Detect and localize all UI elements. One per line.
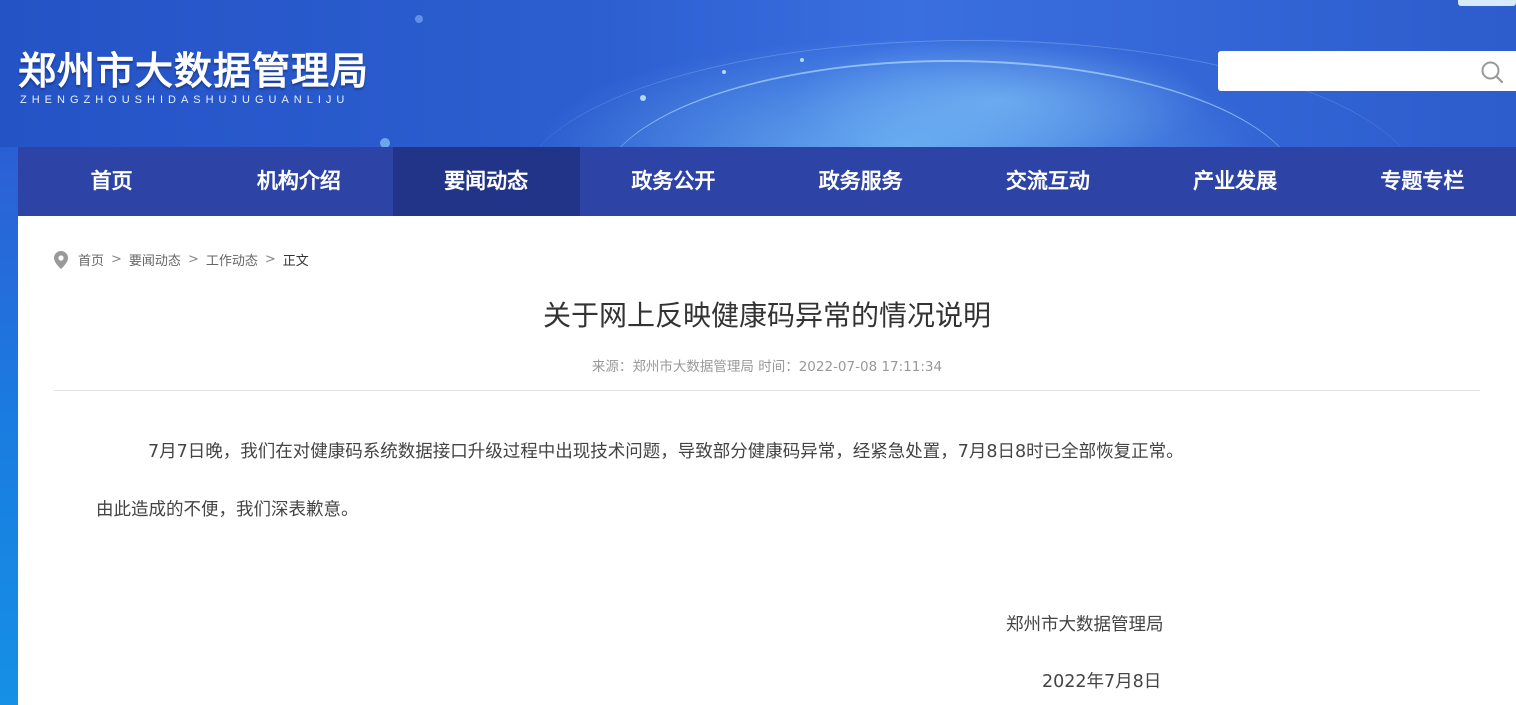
breadcrumb-separator: >	[111, 252, 122, 267]
nav-item-interaction[interactable]: 交流互动	[954, 147, 1141, 216]
decorative-dot	[722, 70, 726, 74]
nav-item-industry[interactable]: 产业发展	[1142, 147, 1329, 216]
top-corner-tab[interactable]	[1458, 0, 1516, 6]
breadcrumb: 首页 > 要闻动态 > 工作动态 > 正文	[54, 250, 309, 269]
breadcrumb-current: 正文	[282, 254, 309, 269]
nav-item-news[interactable]: 要闻动态	[392, 147, 580, 216]
search-input[interactable]	[1228, 59, 1472, 85]
breadcrumb-link-work-news[interactable]: 工作动态	[206, 250, 258, 269]
article-paragraph: 由此造成的不便，我们深表歉意。	[96, 500, 359, 520]
location-pin-icon	[54, 250, 68, 269]
nav-item-home[interactable]: 首页	[18, 147, 205, 216]
breadcrumb-separator: >	[187, 252, 199, 267]
nav-item-organization[interactable]: 机构介绍	[205, 147, 392, 216]
decorative-dot	[415, 15, 423, 23]
article-container: 首页 > 要闻动态 > 工作动态 > 正文 关于网上反映健康码异常的情况说明 来…	[18, 216, 1516, 705]
decorative-dot	[800, 58, 804, 62]
nav-item-government-services[interactable]: 政务服务	[767, 147, 954, 216]
site-logo-title[interactable]: 郑州市大数据管理局	[18, 40, 369, 95]
breadcrumb-link-home[interactable]: 首页	[78, 250, 104, 269]
site-logo-subtitle: ZHENGZHOUSHIDASHUJUGUANLIJU	[20, 94, 350, 106]
nav-item-government-affairs[interactable]: 政务公开	[580, 147, 767, 216]
search-icon[interactable]	[1480, 60, 1504, 84]
article-paragraph: 7月7日晚，我们在对健康码系统数据接口升级过程中出现技术问题，导致部分健康码异常…	[148, 442, 1184, 462]
site-header: 郑州市大数据管理局 ZHENGZHOUSHIDASHUJUGUANLIJU	[0, 0, 1516, 147]
breadcrumb-link-news[interactable]: 要闻动态	[129, 250, 181, 269]
article-meta: 来源：郑州市大数据管理局 时间：2022-07-08 17:11:34	[591, 359, 943, 375]
decorative-dot	[640, 95, 646, 101]
decorative-dot	[380, 138, 390, 147]
breadcrumb-separator: >	[264, 252, 276, 267]
signature-date: 2022年7月8日	[1042, 672, 1162, 692]
divider	[54, 390, 1480, 391]
nav-item-special-topics[interactable]: 专题专栏	[1329, 147, 1516, 216]
signature-organization: 郑州市大数据管理局	[1006, 615, 1164, 635]
article-title: 关于网上反映健康码异常的情况说明	[542, 299, 991, 332]
main-nav: 首页 机构介绍 要闻动态 政务公开 政务服务 交流互动 产业发展 专题专栏	[18, 147, 1516, 216]
search-box	[1218, 51, 1516, 91]
